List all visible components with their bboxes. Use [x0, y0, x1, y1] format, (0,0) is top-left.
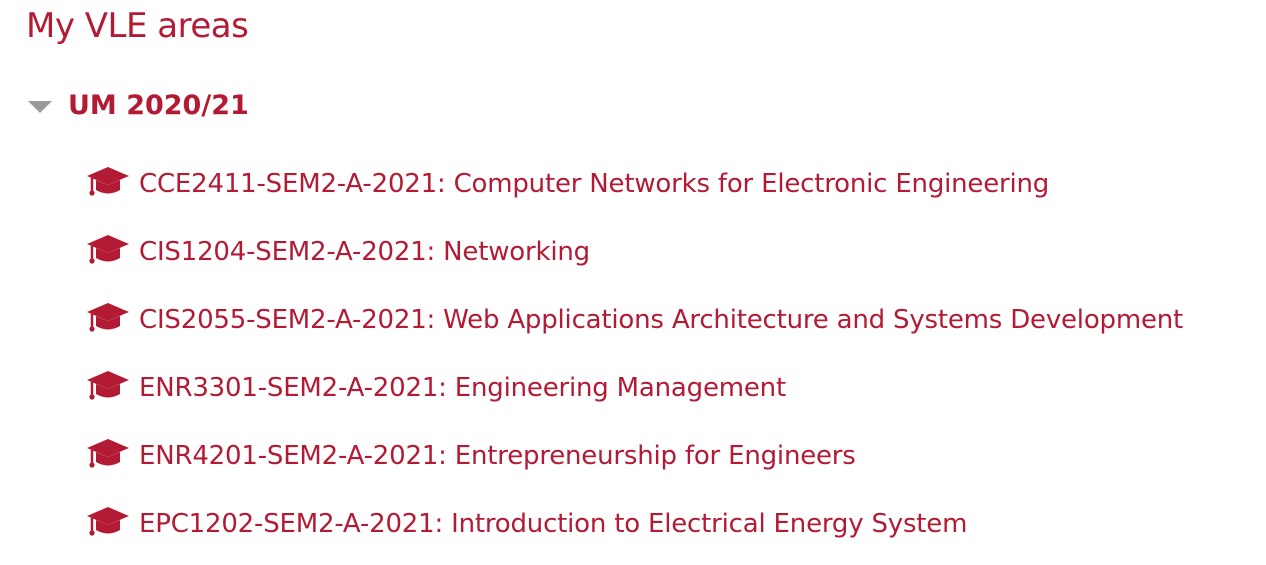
course-item: ENR4201-SEM2-A-2021: Entrepreneurship fo…: [86, 422, 1183, 490]
graduation-cap-icon: [87, 303, 129, 332]
course-list: CCE2411-SEM2-A-2021: Computer Networks f…: [86, 150, 1183, 558]
category-name[interactable]: UM 2020/21: [68, 86, 249, 126]
graduation-cap-icon: [87, 235, 129, 264]
graduation-cap-icon: [87, 439, 129, 468]
course-link[interactable]: EPC1202-SEM2-A-2021: Introduction to Ele…: [139, 509, 967, 539]
course-item: CCE2411-SEM2-A-2021: Computer Networks f…: [86, 150, 1183, 218]
category-header[interactable]: UM 2020/21: [28, 86, 249, 126]
course-link[interactable]: ENR4201-SEM2-A-2021: Entrepreneurship fo…: [139, 441, 856, 471]
page-title: My VLE areas: [26, 6, 249, 46]
course-link[interactable]: CIS1204-SEM2-A-2021: Networking: [139, 237, 590, 267]
course-link[interactable]: CCE2411-SEM2-A-2021: Computer Networks f…: [139, 169, 1049, 199]
course-link[interactable]: CIS2055-SEM2-A-2021: Web Applications Ar…: [139, 305, 1183, 335]
course-item: ENR3301-SEM2-A-2021: Engineering Managem…: [86, 354, 1183, 422]
course-item: EPC1202-SEM2-A-2021: Introduction to Ele…: [86, 490, 1183, 558]
graduation-cap-icon: [87, 507, 129, 536]
course-link[interactable]: ENR3301-SEM2-A-2021: Engineering Managem…: [139, 373, 786, 403]
caret-down-icon[interactable]: [28, 101, 52, 113]
graduation-cap-icon: [87, 371, 129, 400]
course-item: CIS1204-SEM2-A-2021: Networking: [86, 218, 1183, 286]
graduation-cap-icon: [87, 167, 129, 196]
course-item: CIS2055-SEM2-A-2021: Web Applications Ar…: [86, 286, 1183, 354]
